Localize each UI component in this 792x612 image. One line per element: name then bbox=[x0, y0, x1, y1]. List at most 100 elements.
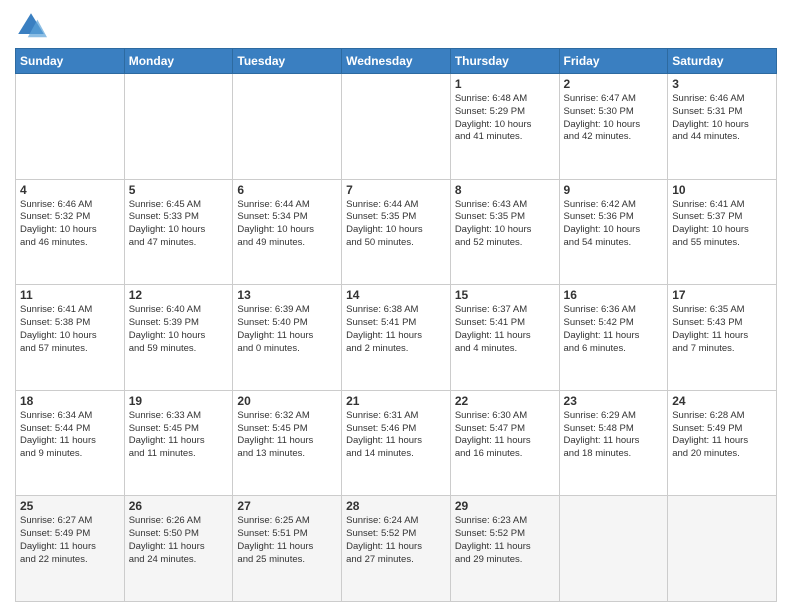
day-info: Sunrise: 6:42 AM Sunset: 5:36 PM Dayligh… bbox=[564, 199, 664, 250]
calendar-body: 1 Sunrise: 6:48 AM Sunset: 5:29 PM Daylig… bbox=[16, 74, 777, 602]
calendar-cell: 3 Sunrise: 6:46 AM Sunset: 5:31 PM Daylig… bbox=[668, 74, 777, 180]
day-info: Sunrise: 6:36 AM Sunset: 5:42 PM Dayligh… bbox=[564, 304, 664, 355]
day-info: Sunrise: 6:37 AM Sunset: 5:41 PM Dayligh… bbox=[455, 304, 555, 355]
day-number: 5 bbox=[129, 183, 229, 197]
logo-icon bbox=[15, 10, 47, 42]
day-number: 10 bbox=[672, 183, 772, 197]
day-header-monday: Monday bbox=[124, 49, 233, 74]
day-info: Sunrise: 6:32 AM Sunset: 5:45 PM Dayligh… bbox=[237, 410, 337, 461]
calendar-cell bbox=[559, 496, 668, 602]
calendar-cell bbox=[668, 496, 777, 602]
calendar-cell: 5 Sunrise: 6:45 AM Sunset: 5:33 PM Daylig… bbox=[124, 179, 233, 285]
day-info: Sunrise: 6:43 AM Sunset: 5:35 PM Dayligh… bbox=[455, 199, 555, 250]
calendar-cell: 2 Sunrise: 6:47 AM Sunset: 5:30 PM Daylig… bbox=[559, 74, 668, 180]
calendar-cell: 14Sunrise: 6:38 AM Sunset: 5:41 PM Dayli… bbox=[342, 285, 451, 391]
calendar-table: SundayMondayTuesdayWednesdayThursdayFrid… bbox=[15, 48, 777, 602]
day-info: Sunrise: 6:35 AM Sunset: 5:43 PM Dayligh… bbox=[672, 304, 772, 355]
day-number: 21 bbox=[346, 394, 446, 408]
calendar-cell: 12 Sunrise: 6:40 AM Sunset: 5:39 PM Dayli… bbox=[124, 285, 233, 391]
day-number: 8 bbox=[455, 183, 555, 197]
day-number: 25 bbox=[20, 499, 120, 513]
calendar-cell: 17 Sunrise: 6:35 AM Sunset: 5:43 PM Dayli… bbox=[668, 285, 777, 391]
day-number: 17 bbox=[672, 288, 772, 302]
calendar-cell: 18 Sunrise: 6:34 AM Sunset: 5:44 PM Dayli… bbox=[16, 390, 125, 496]
day-number: 29 bbox=[455, 499, 555, 513]
day-info: Sunrise: 6:48 AM Sunset: 5:29 PM Dayligh… bbox=[455, 93, 555, 144]
day-header-friday: Friday bbox=[559, 49, 668, 74]
day-header-thursday: Thursday bbox=[450, 49, 559, 74]
day-number: 1 bbox=[455, 77, 555, 91]
day-number: 9 bbox=[564, 183, 664, 197]
calendar-cell bbox=[233, 74, 342, 180]
day-number: 27 bbox=[237, 499, 337, 513]
calendar-cell: 23 Sunrise: 6:29 AM Sunset: 5:48 PM Dayli… bbox=[559, 390, 668, 496]
day-info: Sunrise: 6:46 AM Sunset: 5:31 PM Dayligh… bbox=[672, 93, 772, 144]
day-info: Sunrise: 6:24 AM Sunset: 5:52 PM Dayligh… bbox=[346, 515, 446, 566]
week-row-2: 11Sunrise: 6:41 AM Sunset: 5:38 PM Dayli… bbox=[16, 285, 777, 391]
day-number: 4 bbox=[20, 183, 120, 197]
day-number: 12 bbox=[129, 288, 229, 302]
week-row-0: 1 Sunrise: 6:48 AM Sunset: 5:29 PM Daylig… bbox=[16, 74, 777, 180]
logo bbox=[15, 10, 51, 42]
calendar-cell: 10 Sunrise: 6:41 AM Sunset: 5:37 PM Dayli… bbox=[668, 179, 777, 285]
day-info: Sunrise: 6:40 AM Sunset: 5:39 PM Dayligh… bbox=[129, 304, 229, 355]
calendar-cell: 7 Sunrise: 6:44 AM Sunset: 5:35 PM Daylig… bbox=[342, 179, 451, 285]
header-row: SundayMondayTuesdayWednesdayThursdayFrid… bbox=[16, 49, 777, 74]
calendar-cell bbox=[16, 74, 125, 180]
calendar-cell: 9 Sunrise: 6:42 AM Sunset: 5:36 PM Daylig… bbox=[559, 179, 668, 285]
day-info: Sunrise: 6:39 AM Sunset: 5:40 PM Dayligh… bbox=[237, 304, 337, 355]
calendar-cell bbox=[342, 74, 451, 180]
day-info: Sunrise: 6:23 AM Sunset: 5:52 PM Dayligh… bbox=[455, 515, 555, 566]
calendar-cell bbox=[124, 74, 233, 180]
calendar-cell: 20 Sunrise: 6:32 AM Sunset: 5:45 PM Dayli… bbox=[233, 390, 342, 496]
day-number: 16 bbox=[564, 288, 664, 302]
day-number: 15 bbox=[455, 288, 555, 302]
day-number: 24 bbox=[672, 394, 772, 408]
page: SundayMondayTuesdayWednesdayThursdayFrid… bbox=[0, 0, 792, 612]
day-info: Sunrise: 6:26 AM Sunset: 5:50 PM Dayligh… bbox=[129, 515, 229, 566]
week-row-1: 4 Sunrise: 6:46 AM Sunset: 5:32 PM Daylig… bbox=[16, 179, 777, 285]
calendar-cell: 1 Sunrise: 6:48 AM Sunset: 5:29 PM Daylig… bbox=[450, 74, 559, 180]
day-info: Sunrise: 6:34 AM Sunset: 5:44 PM Dayligh… bbox=[20, 410, 120, 461]
day-header-sunday: Sunday bbox=[16, 49, 125, 74]
day-info: Sunrise: 6:41 AM Sunset: 5:37 PM Dayligh… bbox=[672, 199, 772, 250]
day-header-tuesday: Tuesday bbox=[233, 49, 342, 74]
calendar-cell: 25 Sunrise: 6:27 AM Sunset: 5:49 PM Dayli… bbox=[16, 496, 125, 602]
day-info: Sunrise: 6:44 AM Sunset: 5:35 PM Dayligh… bbox=[346, 199, 446, 250]
day-number: 19 bbox=[129, 394, 229, 408]
day-header-saturday: Saturday bbox=[668, 49, 777, 74]
calendar-cell: 19 Sunrise: 6:33 AM Sunset: 5:45 PM Dayli… bbox=[124, 390, 233, 496]
day-number: 3 bbox=[672, 77, 772, 91]
calendar-cell: 24 Sunrise: 6:28 AM Sunset: 5:49 PM Dayli… bbox=[668, 390, 777, 496]
header bbox=[15, 10, 777, 42]
day-number: 26 bbox=[129, 499, 229, 513]
day-number: 28 bbox=[346, 499, 446, 513]
day-number: 13 bbox=[237, 288, 337, 302]
calendar-cell: 26 Sunrise: 6:26 AM Sunset: 5:50 PM Dayli… bbox=[124, 496, 233, 602]
day-number: 2 bbox=[564, 77, 664, 91]
day-info: Sunrise: 6:25 AM Sunset: 5:51 PM Dayligh… bbox=[237, 515, 337, 566]
day-info: Sunrise: 6:44 AM Sunset: 5:34 PM Dayligh… bbox=[237, 199, 337, 250]
week-row-4: 25 Sunrise: 6:27 AM Sunset: 5:49 PM Dayli… bbox=[16, 496, 777, 602]
day-info: Sunrise: 6:45 AM Sunset: 5:33 PM Dayligh… bbox=[129, 199, 229, 250]
day-number: 7 bbox=[346, 183, 446, 197]
day-info: Sunrise: 6:33 AM Sunset: 5:45 PM Dayligh… bbox=[129, 410, 229, 461]
day-info: Sunrise: 6:29 AM Sunset: 5:48 PM Dayligh… bbox=[564, 410, 664, 461]
week-row-3: 18 Sunrise: 6:34 AM Sunset: 5:44 PM Dayli… bbox=[16, 390, 777, 496]
calendar-cell: 29 Sunrise: 6:23 AM Sunset: 5:52 PM Dayli… bbox=[450, 496, 559, 602]
day-info: Sunrise: 6:27 AM Sunset: 5:49 PM Dayligh… bbox=[20, 515, 120, 566]
calendar-cell: 22Sunrise: 6:30 AM Sunset: 5:47 PM Dayli… bbox=[450, 390, 559, 496]
day-number: 20 bbox=[237, 394, 337, 408]
day-info: Sunrise: 6:31 AM Sunset: 5:46 PM Dayligh… bbox=[346, 410, 446, 461]
day-info: Sunrise: 6:28 AM Sunset: 5:49 PM Dayligh… bbox=[672, 410, 772, 461]
calendar-cell: 11Sunrise: 6:41 AM Sunset: 5:38 PM Dayli… bbox=[16, 285, 125, 391]
day-info: Sunrise: 6:46 AM Sunset: 5:32 PM Dayligh… bbox=[20, 199, 120, 250]
day-number: 23 bbox=[564, 394, 664, 408]
day-number: 18 bbox=[20, 394, 120, 408]
calendar-header: SundayMondayTuesdayWednesdayThursdayFrid… bbox=[16, 49, 777, 74]
calendar-cell: 27 Sunrise: 6:25 AM Sunset: 5:51 PM Dayli… bbox=[233, 496, 342, 602]
day-info: Sunrise: 6:38 AM Sunset: 5:41 PM Dayligh… bbox=[346, 304, 446, 355]
day-info: Sunrise: 6:47 AM Sunset: 5:30 PM Dayligh… bbox=[564, 93, 664, 144]
calendar-cell: 13 Sunrise: 6:39 AM Sunset: 5:40 PM Dayli… bbox=[233, 285, 342, 391]
calendar-cell: 8 Sunrise: 6:43 AM Sunset: 5:35 PM Daylig… bbox=[450, 179, 559, 285]
